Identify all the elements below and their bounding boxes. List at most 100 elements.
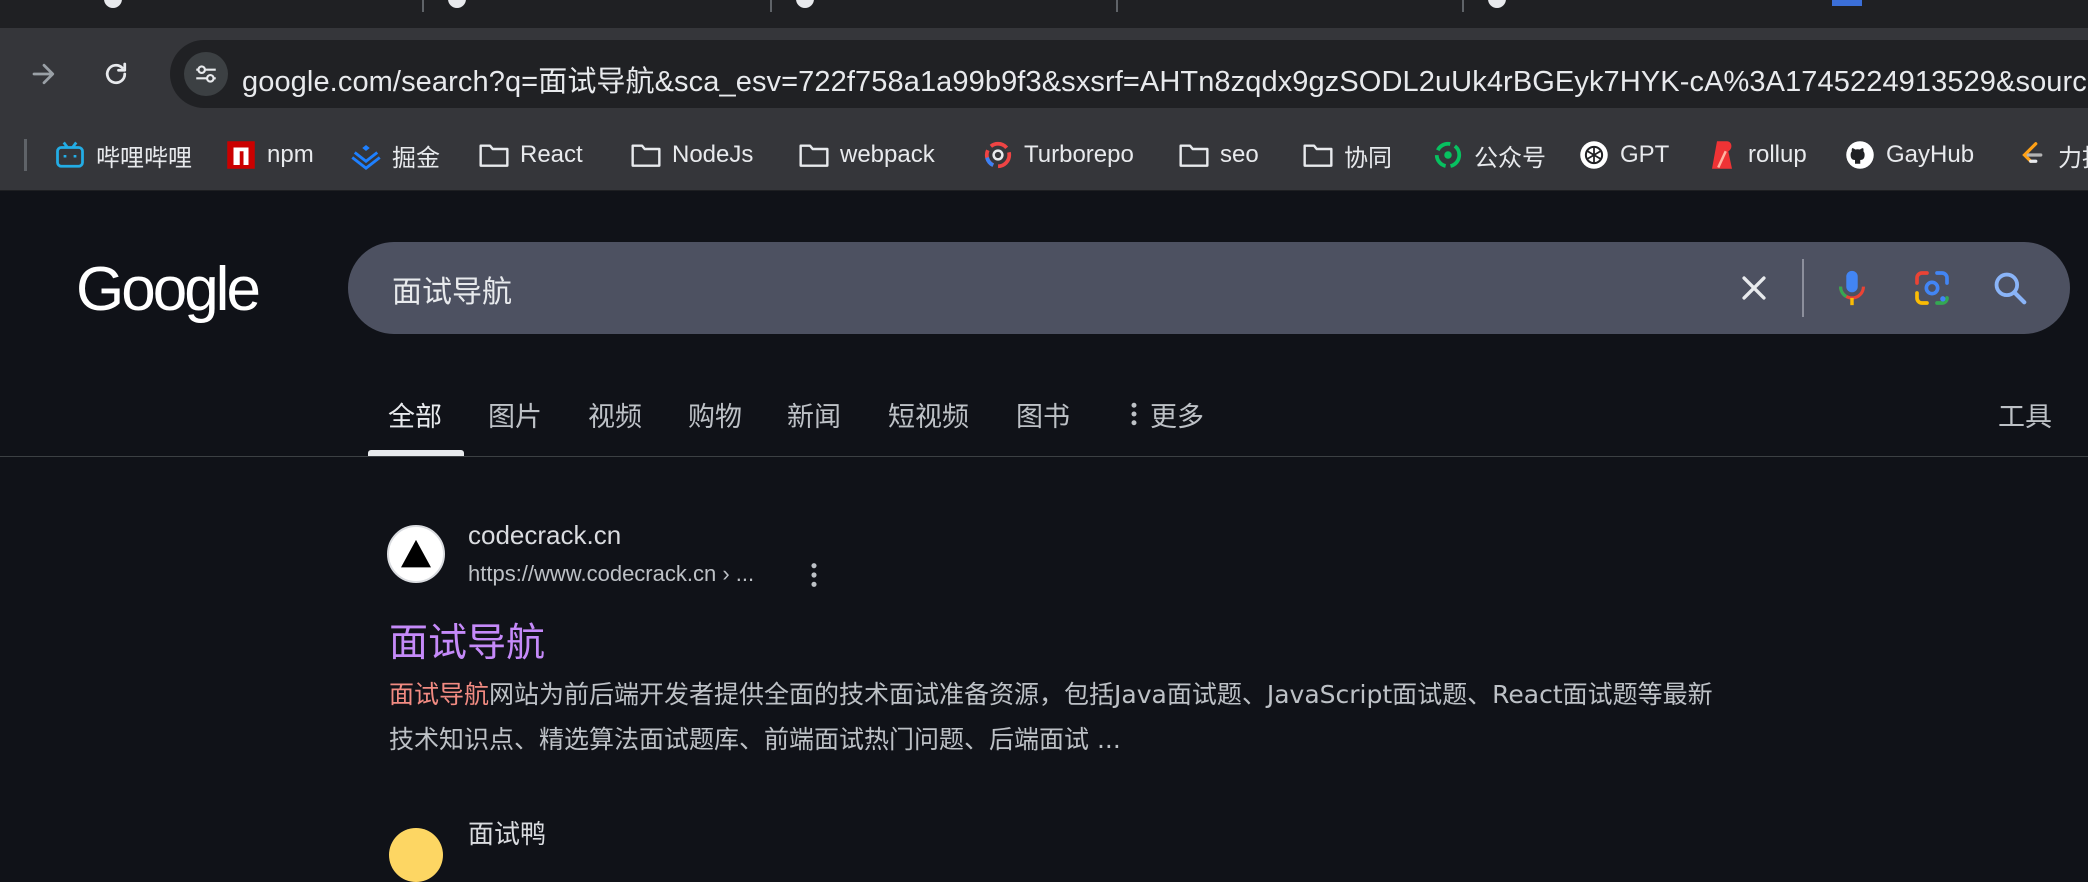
wechat-official-icon — [1432, 139, 1464, 171]
image-search-button[interactable] — [1908, 264, 1956, 312]
snippet-text: 网站为前后端开发者提供全面的技术面试准备资源，包括Java面试题、JavaScr… — [389, 680, 1713, 754]
voice-search-button[interactable] — [1828, 264, 1876, 312]
result-title-link[interactable]: 面试导航 — [389, 612, 545, 668]
bookmark-github[interactable]: GayHub — [1844, 120, 1974, 190]
juejin-icon — [350, 139, 382, 171]
site-favicon[interactable] — [389, 828, 443, 882]
bookmark-label: NodeJs — [672, 141, 754, 168]
folder-icon — [630, 139, 662, 171]
search-divider — [1802, 259, 1804, 317]
rollup-icon — [1706, 139, 1738, 171]
tab-books[interactable]: 图书 — [1016, 372, 1070, 456]
tab-label: 新闻 — [787, 401, 841, 433]
tab-images[interactable]: 图片 — [488, 372, 542, 456]
github-icon — [1844, 139, 1876, 171]
bookmark-leetcode[interactable]: 力扣 — [2016, 120, 2088, 190]
result-site-name[interactable]: 面试鸭 — [468, 814, 546, 851]
tab-all[interactable]: 全部 — [388, 372, 442, 456]
folder-icon — [1302, 139, 1334, 171]
turborepo-icon — [982, 139, 1014, 171]
tune-icon — [196, 65, 216, 83]
search-input[interactable] — [390, 242, 1644, 336]
bookmark-label: npm — [267, 141, 314, 168]
bookmark-label: 力扣 — [2058, 144, 2088, 172]
result-snippet: 面试导航网站为前后端开发者提供全面的技术面试准备资源，包括Java面试题、Jav… — [389, 672, 1729, 762]
reload-icon — [105, 62, 127, 85]
bookmark-npm[interactable]: npm — [225, 120, 314, 190]
bookmark-label: 哔哩哔哩 — [96, 144, 192, 172]
bookmark-folder-nodejs[interactable]: NodeJs — [630, 120, 753, 190]
search-icon — [1994, 272, 2027, 305]
site-favicon[interactable] — [387, 525, 445, 583]
snippet-highlight: 面试导航 — [389, 680, 490, 709]
folder-icon — [478, 139, 510, 171]
bookmark-rollup[interactable]: rollup — [1706, 120, 1807, 190]
address-bar[interactable]: google.com/search?q=面试导航&sca_esv=722f758… — [170, 40, 2088, 108]
tab-separator — [1462, 0, 1464, 12]
tab-label: 全部 — [388, 401, 442, 433]
bookmark-wechat-official[interactable]: 公众号 — [1432, 120, 1546, 190]
bookmarks-separator — [24, 139, 27, 171]
microphone-icon — [1838, 270, 1865, 306]
bookmark-folder-collab[interactable]: 协同 — [1302, 120, 1392, 190]
bilibili-icon — [54, 139, 86, 171]
bookmark-label: 公众号 — [1474, 144, 1546, 172]
search-submit-button[interactable] — [1986, 264, 2034, 312]
bookmark-label: webpack — [840, 141, 935, 168]
result-url[interactable]: https://www.codecrack.cn › ... — [468, 561, 754, 587]
bookmark-label: React — [520, 141, 583, 168]
bookmark-folder-webpack[interactable]: webpack — [798, 120, 935, 190]
bookmark-juejin[interactable]: 掘金 — [350, 120, 440, 190]
bookmark-label: Turborepo — [1024, 141, 1134, 168]
tab-label: 更多 — [1150, 401, 1204, 433]
tab-short-videos[interactable]: 短视频 — [888, 372, 969, 456]
browser-toolbar: google.com/search?q=面试导航&sca_esv=722f758… — [0, 28, 2088, 120]
tab-favicon[interactable] — [448, 0, 466, 8]
forward-button[interactable] — [16, 46, 72, 102]
tab-favicon[interactable] — [104, 0, 122, 8]
tools-label: 工具 — [1998, 401, 2052, 433]
google-logo[interactable]: Google — [76, 255, 261, 329]
tools-button[interactable]: 工具 — [1998, 372, 2052, 456]
openai-icon — [1578, 139, 1610, 171]
tab-favicon[interactable] — [1488, 0, 1506, 8]
bookmark-label: rollup — [1748, 141, 1807, 168]
tab-label: 视频 — [588, 401, 642, 433]
tab-videos[interactable]: 视频 — [588, 372, 642, 456]
tab-news[interactable]: 新闻 — [787, 372, 841, 456]
folder-icon — [1178, 139, 1210, 171]
clear-search-button[interactable] — [1730, 264, 1778, 312]
tab-favicon[interactable] — [1832, 0, 1862, 6]
tab-more[interactable]: 更多 — [1124, 372, 1204, 456]
bookmark-turborepo[interactable]: Turborepo — [982, 120, 1134, 190]
logo-text: Google — [76, 258, 258, 324]
bookmark-folder-seo[interactable]: seo — [1178, 120, 1259, 190]
more-vert-icon — [811, 563, 817, 587]
bookmark-label: GPT — [1620, 141, 1670, 168]
bookmarks-bar: 哔哩哔哩 npm 掘金 React NodeJs webpack Turbore… — [0, 120, 2088, 191]
arrow-right-icon — [32, 63, 55, 85]
result-site-name[interactable]: codecrack.cn — [468, 520, 621, 551]
leetcode-icon — [2016, 139, 2048, 171]
active-tab-indicator — [368, 450, 464, 456]
google-lens-icon — [1915, 271, 1949, 305]
bookmark-bilibili[interactable]: 哔哩哔哩 — [54, 120, 192, 190]
url-text[interactable]: google.com/search?q=面试导航&sca_esv=722f758… — [242, 58, 2088, 100]
triangle-logo-icon — [396, 534, 436, 574]
search-box[interactable] — [348, 242, 2070, 336]
bookmark-folder-react[interactable]: React — [478, 120, 583, 190]
tab-separator — [422, 0, 424, 12]
reload-button[interactable] — [88, 46, 144, 102]
folder-icon — [798, 139, 830, 171]
result-options-button[interactable] — [800, 558, 828, 592]
bookmark-gpt[interactable]: GPT — [1578, 120, 1669, 190]
tab-separator — [770, 0, 772, 12]
tab-favicon[interactable] — [796, 0, 814, 8]
tab-label: 短视频 — [888, 401, 969, 433]
close-icon — [1742, 276, 1766, 300]
tab-shopping[interactable]: 购物 — [688, 372, 742, 456]
site-info-button[interactable] — [184, 52, 228, 96]
tab-label: 图书 — [1016, 401, 1070, 433]
more-vert-icon — [1131, 402, 1137, 426]
bookmark-label: GayHub — [1886, 141, 1975, 168]
